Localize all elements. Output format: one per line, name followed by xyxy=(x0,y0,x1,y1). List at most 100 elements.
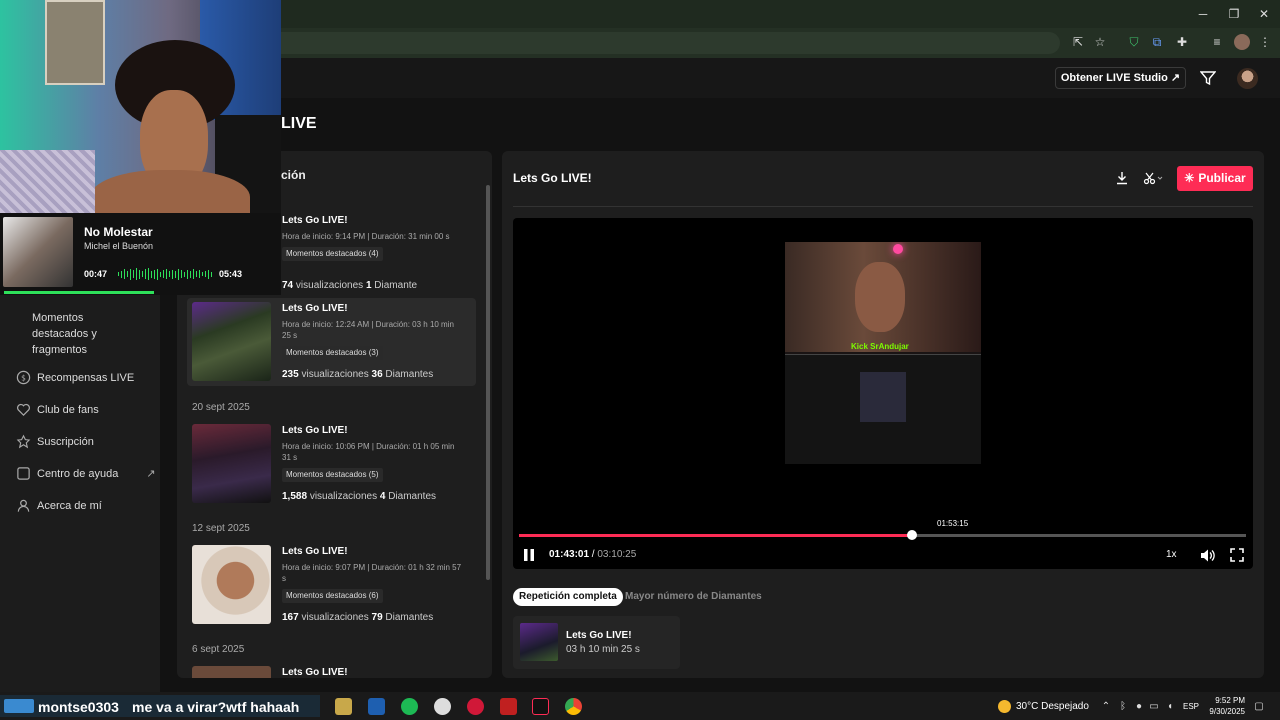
recording-title: Lets Go LIVE! xyxy=(282,215,348,226)
recording-meta: Hora de inicio: 12:24 AM | Duración: 03 … xyxy=(282,320,454,340)
chat-message: me va a virar?wtf hahaah xyxy=(132,699,300,715)
user-icon xyxy=(17,499,30,512)
restore-button[interactable]: ❐ xyxy=(1224,6,1244,22)
input-language[interactable]: ESP xyxy=(1183,702,1199,711)
playback-speed[interactable]: 1x xyxy=(1166,549,1177,560)
svg-text:$: $ xyxy=(21,373,26,382)
recording-item[interactable]: Lets Go LIVE! Hora de inicio: 10:06 PM |… xyxy=(187,420,476,508)
recording-item[interactable]: Lets Go LIVE! xyxy=(187,662,476,678)
recording-item-selected[interactable]: Lets Go LIVE! Hora de inicio: 12:24 AM |… xyxy=(187,298,476,386)
translate-extension-icon[interactable]: ⧉ xyxy=(1149,34,1165,50)
recording-stats: 167 visualizaciones 79 Diamantes xyxy=(282,612,433,623)
help-icon xyxy=(17,467,30,480)
waveform-bar xyxy=(142,271,143,277)
diamonds-label: Diamante xyxy=(374,280,418,291)
date-header: 6 sept 2025 xyxy=(192,644,245,655)
recording-meta: Hora de inicio: 9:07 PM | Duración: 01 h… xyxy=(282,563,462,583)
waveform-bar xyxy=(166,269,167,279)
views-label: visualizaciones xyxy=(309,491,378,502)
install-app-icon[interactable]: ⇱ xyxy=(1070,34,1086,50)
diamonds-label: Diamantes xyxy=(385,369,434,380)
close-window-button[interactable]: ✕ xyxy=(1254,6,1274,22)
recording-thumbnail xyxy=(192,666,271,678)
speaker-icon[interactable]: ◖ xyxy=(1164,701,1176,713)
profile-icon[interactable] xyxy=(1234,34,1250,50)
volume-icon[interactable] xyxy=(1200,548,1215,563)
highlights-badge[interactable]: Momentos destacados (3) xyxy=(282,346,383,360)
progress-bar[interactable] xyxy=(519,534,1246,537)
recordings-scrollbar[interactable] xyxy=(486,185,490,580)
chat-badge-icon xyxy=(4,699,34,713)
clock-date: 9/30/2025 xyxy=(1209,707,1245,716)
video-scene-face xyxy=(855,262,905,332)
video-player[interactable]: Kick SrAndujar xyxy=(513,218,1253,569)
sidebar-item-live-rewards[interactable]: $ Recompensas LIVE xyxy=(16,370,134,385)
views-count: 235 xyxy=(282,369,299,380)
weather-text: 30°C Despejado xyxy=(1016,701,1089,712)
divider xyxy=(513,206,1253,207)
song-title: No Molestar xyxy=(84,225,153,239)
bluetooth-icon[interactable]: ᛒ xyxy=(1117,701,1129,713)
sidebar-item-fan-club[interactable]: Club de fans xyxy=(16,402,99,417)
sidebar-item-label: Suscripción xyxy=(37,435,94,448)
user-avatar[interactable] xyxy=(1237,68,1258,89)
browser-menu-icon[interactable]: ⋮ xyxy=(1257,34,1273,50)
media-list-icon[interactable]: ≡ xyxy=(1209,34,1225,50)
song-progress xyxy=(4,291,154,294)
waveform-bar xyxy=(127,271,128,277)
date-header: 12 sept 2025 xyxy=(192,523,250,534)
sparkle-icon: ✳ xyxy=(1184,171,1195,185)
bookmark-star-icon[interactable]: ☆ xyxy=(1092,34,1108,50)
recording-item[interactable]: Lets Go LIVE! Hora de inicio: 9:07 PM | … xyxy=(187,541,476,629)
views-label: visualizaciones xyxy=(301,369,369,380)
steam-icon[interactable] xyxy=(434,698,451,715)
sidebar-item-subscription[interactable]: Suscripción xyxy=(16,434,94,449)
diamonds-label: Diamantes xyxy=(388,491,437,502)
pause-icon[interactable] xyxy=(522,548,536,562)
sidebar-item-about-me[interactable]: Acerca de mí xyxy=(16,498,102,513)
notifications-icon[interactable]: ▢ xyxy=(1253,701,1265,713)
clip-card[interactable]: Lets Go LIVE! 03 h 10 min 25 s xyxy=(513,616,680,669)
tab-full-replay[interactable]: Repetición completa xyxy=(513,588,623,606)
scissors-icon[interactable] xyxy=(1143,171,1163,185)
opera-icon[interactable] xyxy=(467,698,484,715)
spotify-icon[interactable] xyxy=(401,698,418,715)
address-bar[interactable] xyxy=(270,32,1060,54)
chevron-up-icon[interactable]: ⌃ xyxy=(1100,701,1112,713)
diamonds-count: 4 xyxy=(379,491,386,502)
minimize-button[interactable]: ─ xyxy=(1193,6,1213,22)
diamonds-label: Diamantes xyxy=(385,612,434,623)
recordings-panel-title: ción xyxy=(281,168,306,182)
filter-icon[interactable] xyxy=(1200,70,1216,86)
chrome-icon[interactable] xyxy=(565,698,582,715)
views-count: 1,588 xyxy=(282,491,308,502)
fullscreen-icon[interactable] xyxy=(1230,548,1244,562)
tab-most-diamonds[interactable]: Mayor número de Diamantes xyxy=(619,588,768,606)
waveform-bar xyxy=(157,268,158,280)
sidebar-item-help-center[interactable]: Centro de ayuda ↗ xyxy=(16,466,156,481)
taskbar-clock[interactable]: 9:52 PM 9/30/2025 xyxy=(1205,695,1245,717)
outlook-icon[interactable] xyxy=(368,698,385,715)
waveform-bar xyxy=(124,269,125,279)
recording-thumbnail xyxy=(192,545,271,624)
app-icon[interactable] xyxy=(500,698,517,715)
file-explorer-icon[interactable] xyxy=(335,698,352,715)
clock-time: 9:52 PM xyxy=(1215,696,1245,705)
extensions-puzzle-icon[interactable]: ✚ xyxy=(1174,34,1190,50)
sidebar-item-highlights[interactable]: Momentos destacados y fragmentos xyxy=(32,310,122,358)
network-icon[interactable]: ▭ xyxy=(1148,701,1160,713)
waveform-bar xyxy=(160,271,161,277)
publish-button[interactable]: ✳ Publicar xyxy=(1177,166,1253,191)
waveform-bar xyxy=(190,270,191,278)
shield-extension-icon[interactable]: ⛉ xyxy=(1126,34,1142,50)
waveform-bar xyxy=(181,270,182,278)
get-live-studio-button[interactable]: Obtener LIVE Studio ↗ xyxy=(1055,67,1186,89)
current-time: 01:43:01 xyxy=(549,549,590,560)
highlights-badge[interactable]: Momentos destacados (4) xyxy=(282,247,383,261)
progress-knob[interactable] xyxy=(906,530,917,540)
highlights-badge[interactable]: Momentos destacados (6) xyxy=(282,589,383,603)
highlights-badge[interactable]: Momentos destacados (5) xyxy=(282,468,383,482)
tiktok-icon[interactable] xyxy=(532,698,549,715)
microphone-icon[interactable]: ● xyxy=(1133,701,1145,713)
download-icon[interactable] xyxy=(1115,171,1129,185)
